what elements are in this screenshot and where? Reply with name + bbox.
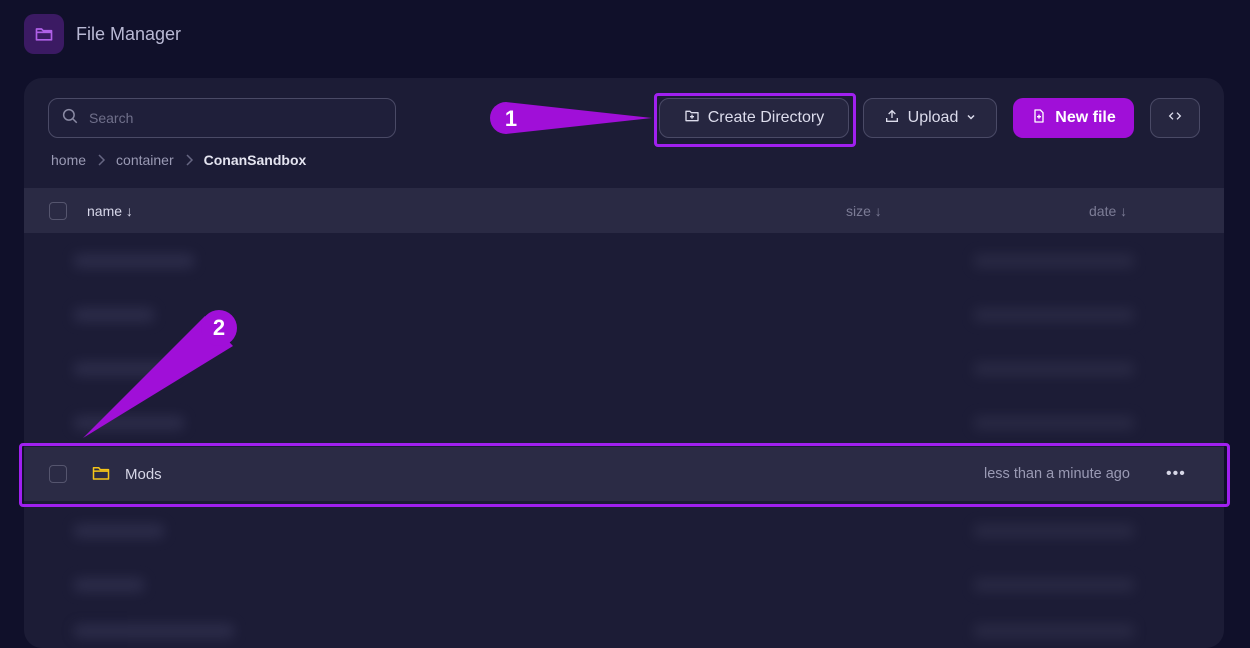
breadcrumb-current: ConanSandbox [203, 152, 307, 168]
table-row[interactable]: Mods less than a minute ago ••• [24, 447, 1224, 501]
upload-icon [884, 108, 900, 129]
upload-button[interactable]: Upload [863, 98, 997, 138]
search-input[interactable] [87, 109, 381, 127]
blurred-row [74, 362, 1204, 380]
column-date[interactable]: date ↓ [1089, 203, 1127, 219]
file-date: less than a minute ago [984, 466, 1130, 482]
column-name[interactable]: name ↓ [87, 203, 133, 219]
blurred-row [74, 578, 1204, 596]
blurred-row [74, 524, 1204, 542]
search-icon [61, 107, 79, 130]
callout-number-1: 1 [504, 106, 518, 131]
blurred-row [74, 254, 1204, 272]
app-title: File Manager [76, 23, 182, 44]
file-manager-panel: home container ConanSandbox Create Direc… [24, 78, 1224, 648]
search-field[interactable] [48, 98, 396, 138]
file-name[interactable]: Mods [125, 466, 162, 483]
blurred-row [74, 416, 1204, 434]
create-directory-label: Create Directory [707, 109, 825, 126]
new-file-button[interactable]: New file [1013, 98, 1134, 138]
select-all-checkbox[interactable] [49, 201, 67, 220]
callout-number-2: 2 [212, 315, 226, 340]
chevron-right-icon [184, 154, 194, 166]
row-checkbox[interactable] [49, 465, 67, 483]
folder-icon [92, 465, 110, 485]
folder-open-icon [24, 14, 64, 54]
file-plus-icon [1031, 108, 1047, 129]
upload-label: Upload [907, 109, 959, 126]
table-header: name ↓ size ↓ date ↓ [24, 188, 1224, 233]
code-brackets-icon [1167, 108, 1183, 129]
new-file-label: New file [1055, 109, 1116, 126]
column-size[interactable]: size ↓ [846, 203, 882, 219]
blurred-row [74, 308, 1204, 326]
chevron-right-icon [96, 154, 106, 166]
breadcrumb-container[interactable]: container [116, 152, 174, 168]
more-options-icon[interactable]: ••• [1166, 465, 1186, 483]
create-directory-button[interactable]: Create Directory [659, 98, 849, 138]
app-header: File Manager [24, 14, 181, 54]
chevron-down-icon [966, 109, 976, 127]
blurred-row [74, 624, 1204, 642]
breadcrumb-home[interactable]: home [51, 152, 86, 168]
breadcrumb: home container ConanSandbox [51, 152, 306, 168]
code-view-button[interactable] [1150, 98, 1200, 138]
folder-plus-icon [684, 108, 700, 129]
